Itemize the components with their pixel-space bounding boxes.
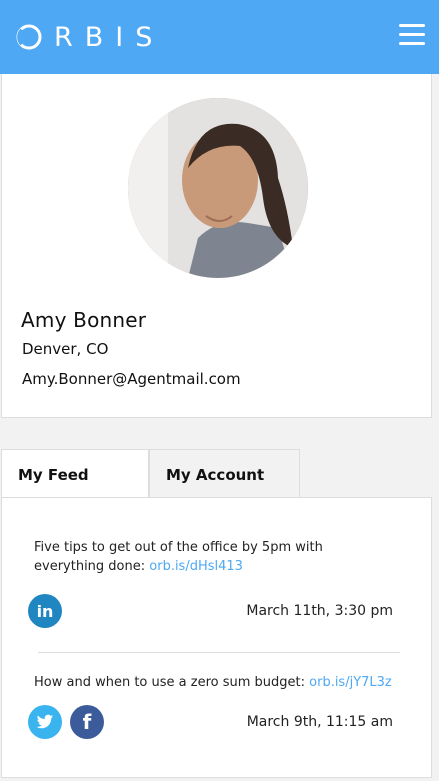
facebook-icon[interactable]: f [70, 705, 104, 739]
logo-text: RBIS [54, 21, 165, 53]
logo-ring-icon [16, 24, 42, 50]
post-date: March 11th, 3:30 pm [246, 603, 393, 619]
post-date: March 9th, 11:15 am [246, 714, 393, 730]
hamburger-menu-icon[interactable] [399, 24, 425, 48]
feed-panel: Five tips to get out of the office by 5p… [1, 497, 432, 778]
post-link[interactable]: orb.is/jY7L3z [309, 675, 392, 690]
profile-name: Amy Bonner [21, 308, 147, 332]
feed-divider [38, 652, 400, 653]
twitter-icon[interactable] [28, 705, 62, 739]
profile-location: Denver, CO [22, 340, 109, 358]
post-link[interactable]: orb.is/dHsl413 [149, 559, 243, 574]
feed-post-text: Five tips to get out of the office by 5p… [34, 538, 394, 576]
tab-my-account[interactable]: My Account [149, 449, 300, 498]
app-header: RBIS [0, 0, 439, 74]
profile-card: Amy Bonner Denver, CO Amy.Bonner@Agentma… [1, 74, 432, 418]
feed-post-text: How and when to use a zero sum budget: o… [34, 673, 394, 692]
avatar [128, 98, 308, 278]
profile-email[interactable]: Amy.Bonner@Agentmail.com [22, 370, 241, 388]
profile-tabs: My Feed My Account [0, 449, 439, 499]
orbis-logo[interactable]: RBIS [16, 21, 165, 53]
linkedin-icon[interactable]: in [28, 594, 62, 628]
tab-my-feed[interactable]: My Feed [1, 449, 149, 499]
post-body: How and when to use a zero sum budget: [34, 675, 310, 690]
